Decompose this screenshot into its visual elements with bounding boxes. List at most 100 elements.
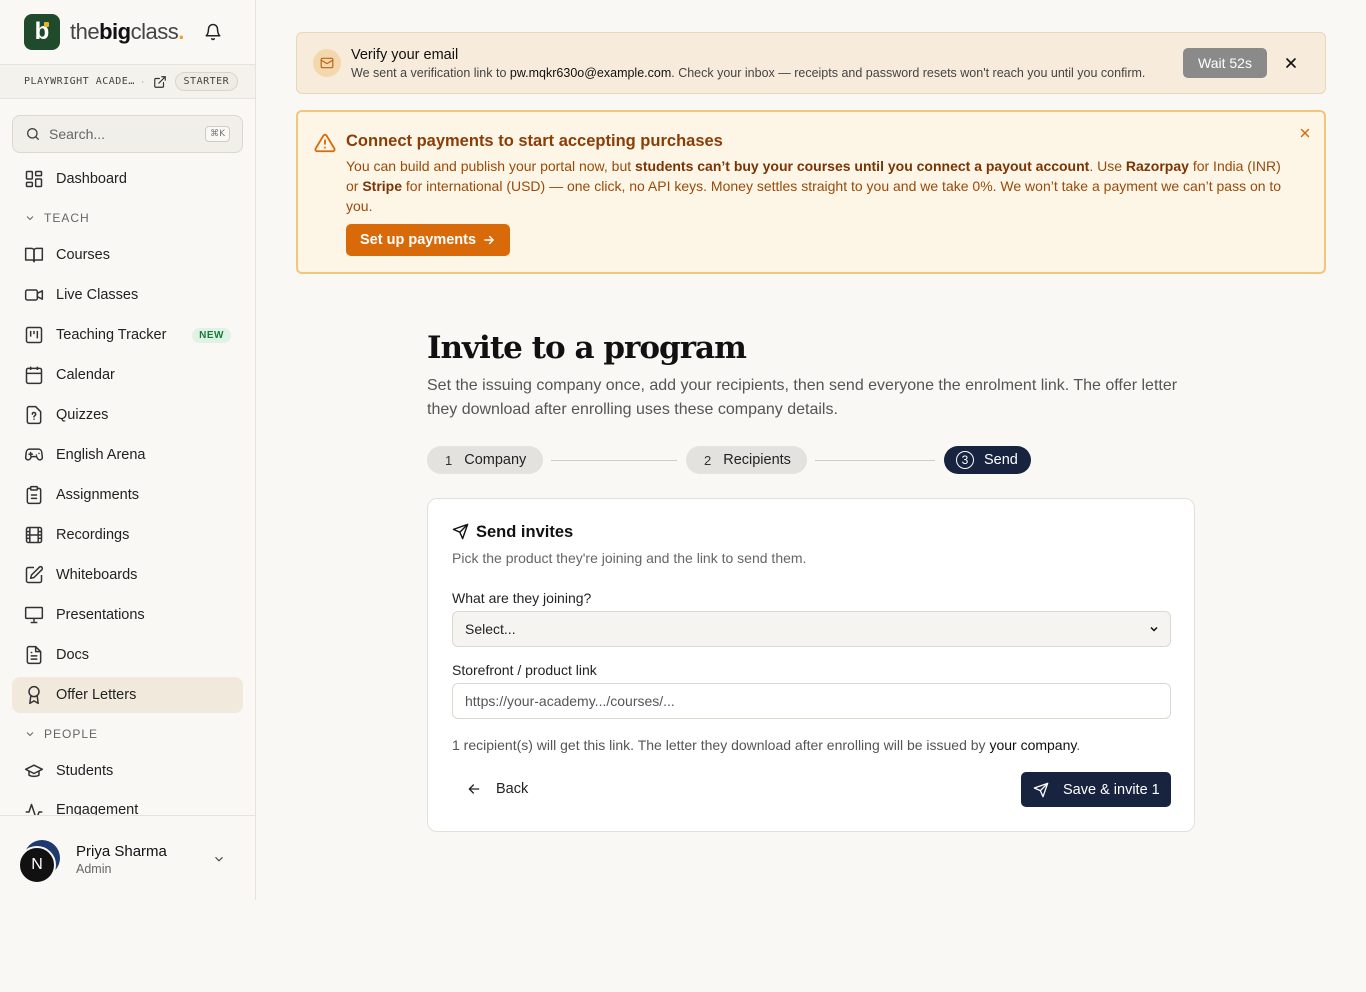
sidebar-item-offer-letters[interactable]: Offer Letters bbox=[12, 677, 243, 713]
sidebar-item-live-classes[interactable]: Live Classes bbox=[12, 277, 243, 313]
save-invite-label: Save & invite 1 bbox=[1063, 781, 1160, 798]
step-label: Company bbox=[464, 452, 527, 468]
payments-text-1: You can build and publish your portal no… bbox=[346, 158, 636, 174]
chevron-down-icon bbox=[1150, 626, 1158, 632]
chevron-down-icon bbox=[26, 732, 34, 737]
search-icon bbox=[27, 128, 39, 140]
quiz-icon bbox=[26, 405, 42, 425]
sidebar-item-teaching-tracker[interactable]: Teaching Tracker NEW bbox=[12, 317, 243, 353]
mail-icon bbox=[313, 49, 341, 77]
user-name: Priya Sharma bbox=[76, 843, 167, 860]
arrow-right-icon bbox=[484, 235, 495, 245]
payments-text-4: for international (USD) — one click, no … bbox=[346, 178, 1282, 214]
sidebar-item-dashboard[interactable]: Dashboard bbox=[12, 161, 243, 197]
sidebar-item-calendar[interactable]: Calendar bbox=[12, 357, 243, 393]
avatar-initial: N bbox=[18, 846, 56, 884]
send-icon bbox=[1033, 782, 1049, 797]
search-input[interactable] bbox=[49, 126, 189, 142]
step-connector bbox=[551, 460, 677, 461]
sidebar-item-label: English Arena bbox=[56, 447, 146, 463]
external-link-icon[interactable] bbox=[153, 75, 167, 89]
verify-email: pw.mqkr630o@example.com bbox=[509, 66, 672, 80]
sidebar-item-assignments[interactable]: Assignments bbox=[12, 477, 243, 513]
step-number: 1 bbox=[445, 452, 453, 468]
user-menu[interactable]: N Priya Sharma Admin bbox=[0, 815, 255, 900]
sidebar-item-label: Quizzes bbox=[56, 407, 109, 423]
sidebar-item-label: Assignments bbox=[56, 487, 140, 503]
section-label: PEOPLE bbox=[44, 727, 99, 741]
sidebar-item-whiteboards[interactable]: Whiteboards bbox=[12, 557, 243, 593]
close-icon[interactable] bbox=[1283, 55, 1299, 71]
close-icon[interactable] bbox=[1298, 126, 1312, 140]
sidebar-item-courses[interactable]: Courses bbox=[12, 237, 243, 273]
section-teach[interactable]: TEACH bbox=[12, 208, 90, 228]
sidebar-item-label: Offer Letters bbox=[56, 687, 137, 703]
sidebar-item-label: Live Classes bbox=[56, 287, 139, 303]
back-button[interactable]: Back bbox=[452, 772, 542, 806]
step-send[interactable]: 3 Send bbox=[944, 446, 1031, 474]
info-end: . bbox=[1076, 737, 1081, 753]
step-company[interactable]: 1 Company bbox=[427, 446, 543, 474]
payments-text-2: . Use bbox=[1089, 158, 1126, 174]
sidebar-item-label: Students bbox=[56, 763, 114, 779]
sidebar-item-docs[interactable]: Docs bbox=[12, 637, 243, 673]
warning-icon bbox=[314, 133, 336, 153]
wordmark-dot: . bbox=[178, 19, 184, 44]
document-icon bbox=[26, 645, 42, 665]
setup-payments-label: Set up payments bbox=[360, 232, 477, 248]
film-icon bbox=[25, 526, 43, 544]
user-role: Admin bbox=[76, 862, 112, 876]
payments-title: Connect payments to start accepting purc… bbox=[346, 132, 723, 150]
payments-text: You can build and publish your portal no… bbox=[346, 156, 1296, 216]
product-link-input[interactable] bbox=[452, 683, 1171, 719]
gamepad-icon bbox=[24, 448, 44, 461]
stepper: 1 Company 2 Recipients 3 Send bbox=[427, 446, 1047, 474]
joining-select[interactable]: Select... bbox=[452, 611, 1171, 647]
page-subtitle: Set the issuing company once, add your r… bbox=[427, 377, 1178, 418]
verify-text-before: We sent a verification link to bbox=[351, 66, 510, 80]
sidebar-item-label: Calendar bbox=[56, 367, 115, 383]
bell-icon[interactable] bbox=[204, 23, 222, 41]
brand-logo[interactable]: b thebigclass. bbox=[24, 14, 184, 50]
sidebar-item-quizzes[interactable]: Quizzes bbox=[12, 397, 243, 433]
info-company: your company bbox=[989, 737, 1077, 753]
sidebar-item-engagement[interactable]: Engagement bbox=[12, 793, 243, 815]
payments-banner: Connect payments to start accepting purc… bbox=[296, 110, 1326, 274]
plan-badge: STARTER bbox=[174, 72, 239, 91]
video-icon bbox=[24, 289, 44, 301]
sidebar-item-presentations[interactable]: Presentations bbox=[12, 597, 243, 633]
verify-text: We sent a verification link to pw.mqkr63… bbox=[351, 66, 1145, 80]
sidebar-item-label: Docs bbox=[56, 647, 90, 663]
activity-icon bbox=[25, 803, 43, 815]
sidebar-item-label: Engagement bbox=[56, 802, 139, 815]
step-label: Send bbox=[984, 452, 1018, 468]
presentation-icon bbox=[24, 606, 44, 624]
search-box[interactable]: ⌘K bbox=[12, 115, 243, 153]
back-label: Back bbox=[496, 781, 529, 797]
chevron-down-icon[interactable] bbox=[212, 852, 226, 866]
verify-text-after: . Check your inbox — receipts and passwo… bbox=[671, 66, 1146, 80]
save-invite-button[interactable]: Save & invite 1 bbox=[1021, 772, 1171, 807]
sidebar-item-recordings[interactable]: Recordings bbox=[12, 517, 243, 553]
wordmark-big: big bbox=[99, 19, 131, 44]
section-people[interactable]: PEOPLE bbox=[12, 724, 98, 744]
link-label: Storefront / product link bbox=[452, 662, 597, 678]
setup-payments-button[interactable]: Set up payments bbox=[346, 224, 511, 256]
sidebar: b thebigclass. PLAYWRIGHT ACADE… · START… bbox=[0, 0, 256, 900]
sidebar-item-label: Presentations bbox=[56, 607, 145, 623]
search-shortcut: ⌘K bbox=[205, 126, 230, 142]
sidebar-item-label: Recordings bbox=[56, 527, 130, 543]
arrow-left-icon bbox=[468, 784, 480, 794]
sidebar-item-students[interactable]: Students bbox=[12, 753, 243, 789]
resend-wait-button[interactable]: Wait 52s bbox=[1183, 48, 1267, 78]
academy-bar: PLAYWRIGHT ACADE… · STARTER bbox=[0, 64, 255, 99]
academy-name: PLAYWRIGHT ACADE… bbox=[24, 76, 135, 87]
calendar-icon bbox=[25, 366, 43, 385]
clipboard-icon bbox=[26, 485, 42, 505]
new-badge: NEW bbox=[192, 327, 231, 343]
sidebar-item-label: Whiteboards bbox=[56, 567, 138, 583]
wordmark-class: class bbox=[130, 19, 179, 44]
kanban-icon bbox=[25, 326, 43, 344]
sidebar-item-english-arena[interactable]: English Arena bbox=[12, 437, 243, 473]
step-recipients[interactable]: 2 Recipients bbox=[686, 446, 807, 474]
